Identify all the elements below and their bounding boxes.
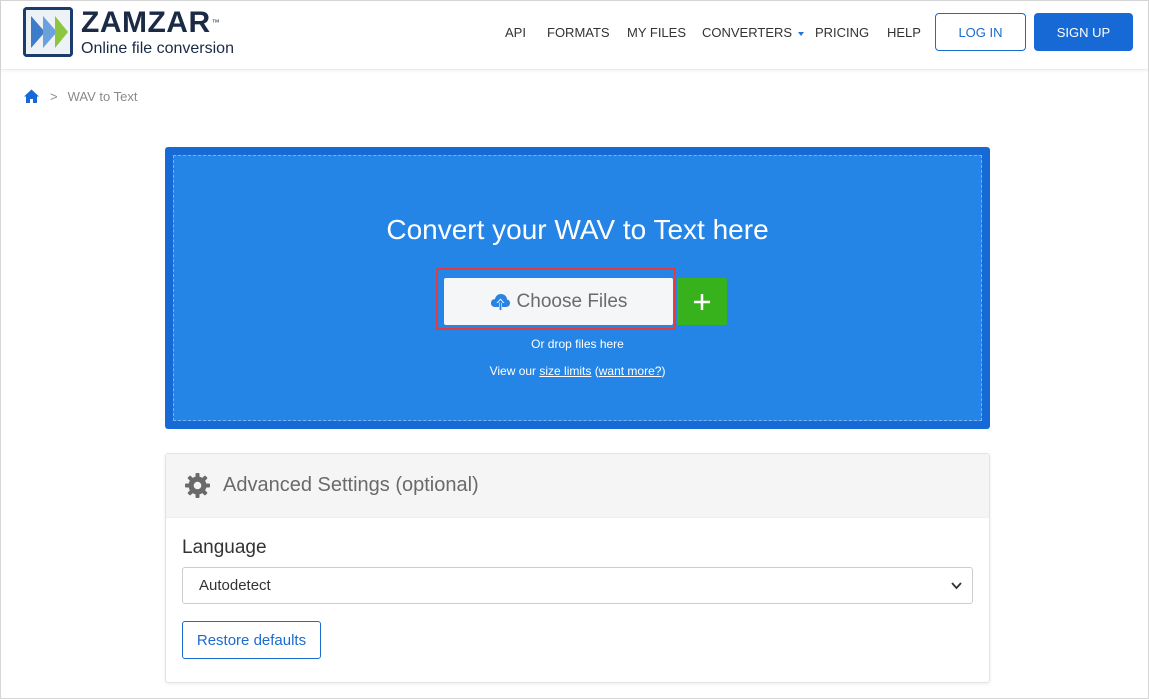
signup-button[interactable]: SIGN UP <box>1034 13 1133 51</box>
logo-tagline: Online file conversion <box>81 40 234 57</box>
nav-api[interactable]: API <box>505 25 526 40</box>
language-select-value: Autodetect <box>199 577 271 594</box>
cloud-upload-icon <box>490 292 511 311</box>
nav-converters-label: CONVERTERS <box>702 25 793 40</box>
drop-files-hint: Or drop files here <box>531 337 624 351</box>
paren-open: ( <box>591 364 599 378</box>
breadcrumb: > WAV to Text <box>23 88 137 105</box>
language-select[interactable]: Autodetect <box>182 567 973 604</box>
nav-pricing[interactable]: PRICING <box>815 25 869 40</box>
gear-icon <box>184 472 211 499</box>
plus-icon <box>694 293 710 310</box>
paren-close: ) <box>661 364 666 378</box>
size-limits-prefix: View our <box>489 364 540 378</box>
want-more-link[interactable]: want more? <box>599 364 662 378</box>
size-limits-link[interactable]: size limits <box>539 364 591 378</box>
nav-my-files[interactable]: MY FILES <box>627 25 686 40</box>
nav-formats[interactable]: FORMATS <box>547 25 610 40</box>
file-drop-zone[interactable]: Convert your WAV to Text here Choose Fil… <box>173 155 982 421</box>
advanced-settings-title: Advanced Settings (optional) <box>223 474 479 496</box>
advanced-settings-panel: Advanced Settings (optional) Language Au… <box>165 453 990 683</box>
nav-converters[interactable]: CONVERTERS <box>702 25 805 40</box>
add-more-files-button[interactable] <box>677 278 727 325</box>
nav-help[interactable]: HELP <box>887 25 921 40</box>
zamzar-logo-icon <box>23 7 73 57</box>
advanced-settings-header[interactable]: Advanced Settings (optional) <box>166 454 989 518</box>
language-label: Language <box>182 537 267 558</box>
chevron-down-icon <box>951 582 962 590</box>
choose-files-label: Choose Files <box>516 290 628 312</box>
breadcrumb-current: WAV to Text <box>67 89 138 104</box>
top-navbar: ZAMZAR™ Online file conversion API FORMA… <box>1 1 1148 70</box>
caret-down-icon <box>798 31 805 36</box>
size-limits-text: View our size limits (want more?) <box>174 364 981 378</box>
restore-defaults-button[interactable]: Restore defaults <box>182 621 321 659</box>
trademark: ™ <box>211 18 221 27</box>
converter-title: Convert your WAV to Text here <box>386 214 769 245</box>
logo-name: ZAMZAR <box>81 6 211 39</box>
login-button[interactable]: LOG IN <box>935 13 1026 51</box>
home-icon[interactable] <box>23 88 40 105</box>
zamzar-logo[interactable]: ZAMZAR™ Online file conversion <box>23 7 234 58</box>
choose-files-button[interactable]: Choose Files <box>444 278 673 325</box>
breadcrumb-separator: > <box>50 89 58 104</box>
converter-panel: Convert your WAV to Text here Choose Fil… <box>165 147 990 429</box>
